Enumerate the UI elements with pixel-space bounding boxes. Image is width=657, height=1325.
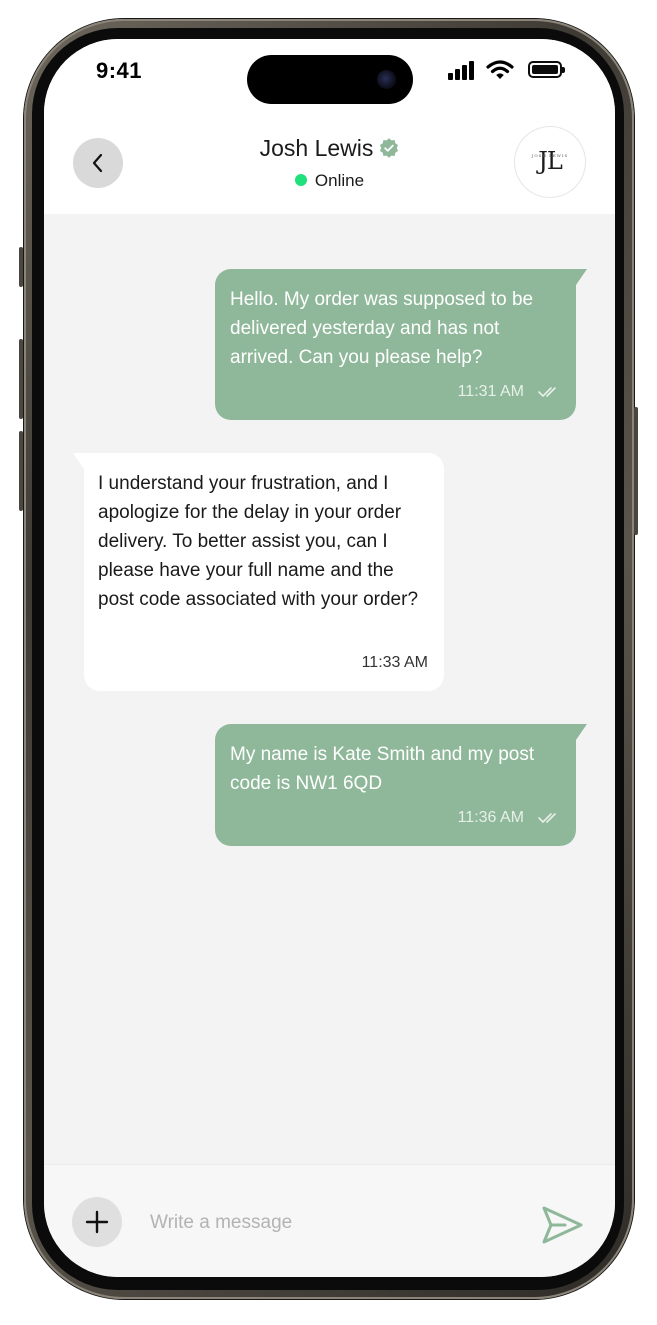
plus-icon [85,1210,109,1234]
message-meta: 11:31 AM [458,377,562,406]
message-text: I understand your frustration, and I apo… [98,473,419,610]
presence-label: Online [314,171,365,190]
battery-icon [528,61,565,78]
verified-badge-icon [380,138,399,158]
chat-header: Josh Lewis Online JL JOSH LEWIS [44,119,615,214]
message-time: 11:31 AM [457,383,524,400]
contact-name: Josh Lewis [259,135,374,161]
action-button [19,247,23,287]
message-bubble-incoming[interactable]: I understand your frustration, and I apo… [73,453,444,691]
message-bubble-outgoing[interactable]: My name is Kate Smith and my post code i… [215,724,587,846]
message-bubble-outgoing[interactable]: Hello. My order was supposed to be deliv… [215,269,587,420]
message-meta: 11:36 AM [458,803,562,832]
message-composer [44,1164,615,1277]
wifi-icon [486,60,514,79]
message-input[interactable] [148,1203,522,1243]
message-list[interactable]: Hello. My order was supposed to be deliv… [44,214,615,1164]
send-icon [542,1206,583,1244]
message-text: My name is Kate Smith and my post code i… [230,744,535,794]
phone-screen: 9:41 Josh Lewis Online JL JOSH LEWIS Hel… [44,39,615,1277]
message-text: Hello. My order was supposed to be deliv… [230,289,534,368]
message-meta: 11:33 AM [362,648,428,677]
volume-up-button [19,339,23,419]
dynamic-island [247,55,413,104]
message-time: 11:36 AM [457,809,524,826]
message-time: 11:33 AM [361,654,428,671]
power-button [634,407,638,535]
online-status-dot [294,174,307,187]
front-camera [377,70,396,89]
avatar-monogram: JL [538,147,563,175]
avatar[interactable]: JL JOSH LEWIS [515,127,585,197]
double-check-icon [538,812,556,823]
signal-icon [448,60,476,80]
double-check-icon [538,386,556,397]
avatar-caption: JOSH LEWIS [531,153,569,158]
status-time: 9:41 [96,58,143,83]
add-attachment-button[interactable] [72,1197,122,1247]
volume-down-button [19,431,23,511]
status-bar: 9:41 [44,39,615,119]
send-button[interactable] [541,1204,585,1246]
